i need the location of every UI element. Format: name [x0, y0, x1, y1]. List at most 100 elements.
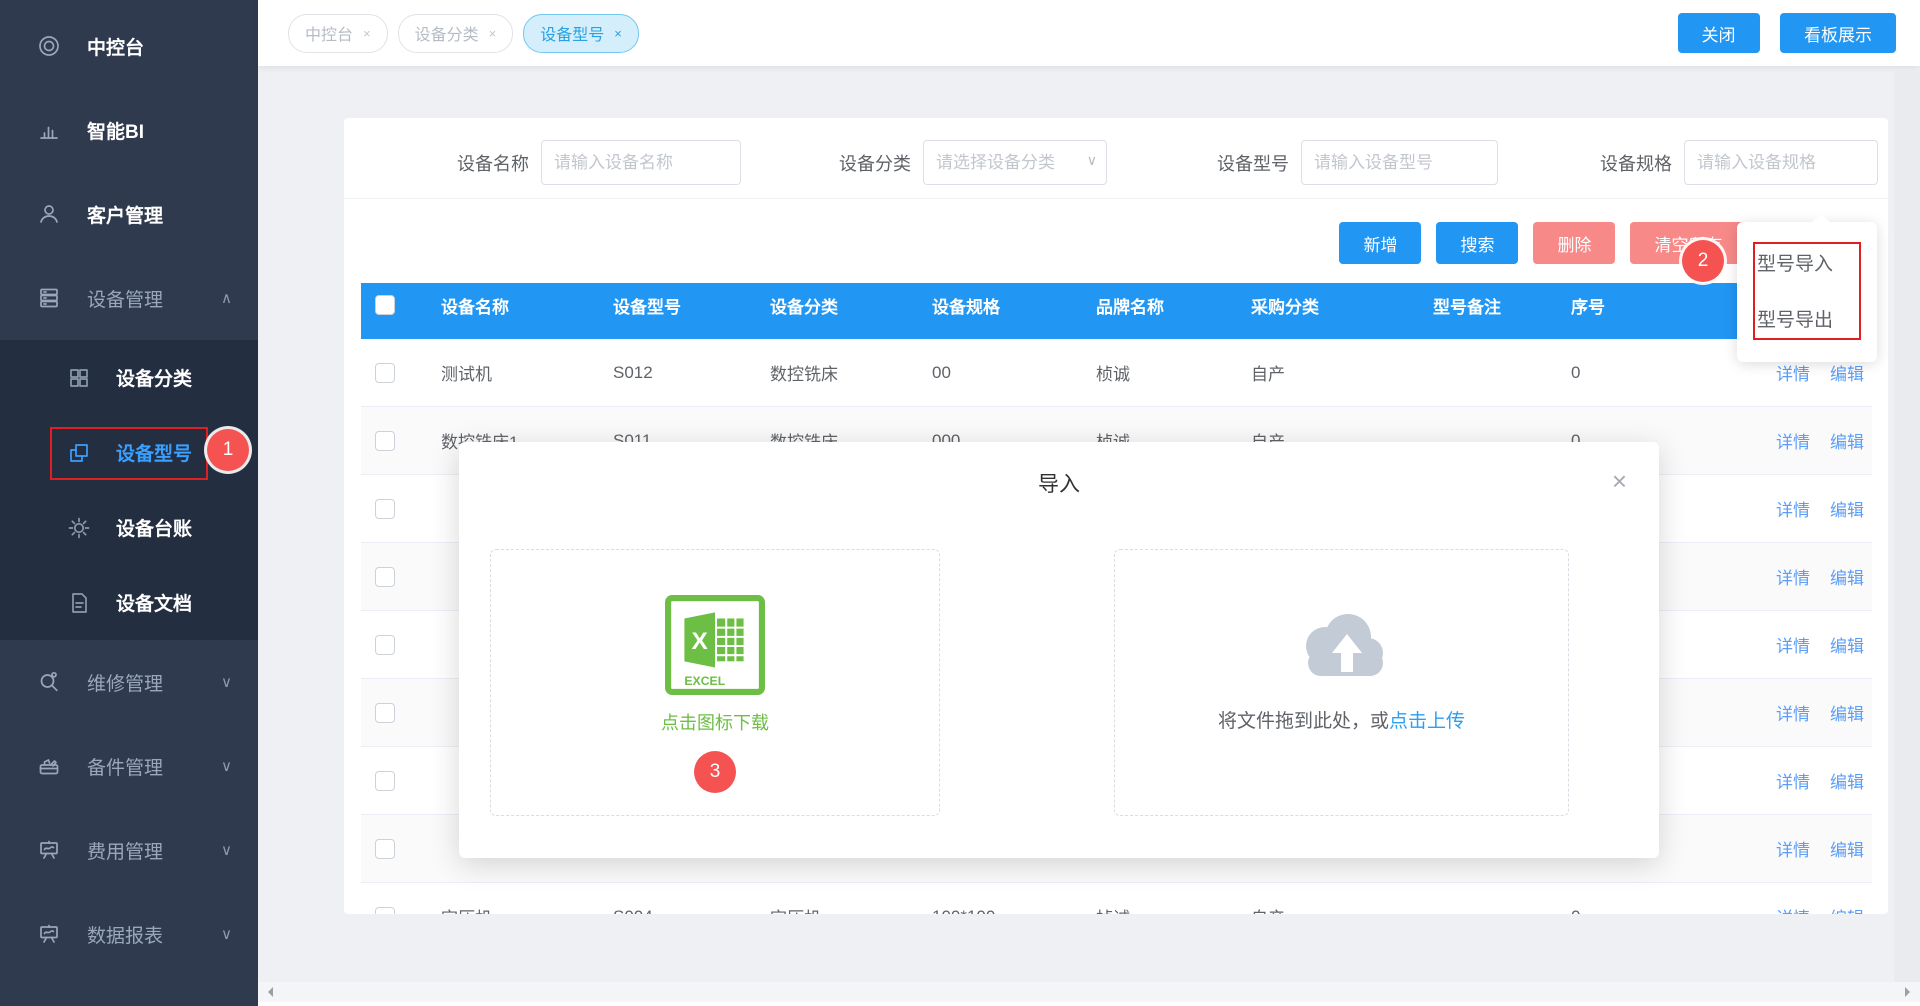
sidebar-item-bi[interactable]: 智能BI: [0, 88, 258, 172]
column-header: 品牌名称: [1096, 293, 1251, 318]
filter-card: 设备名称 设备分类 ∨ 设备型号 设备规格 新增 搜索: [344, 118, 1888, 283]
edit-link[interactable]: 编辑: [1830, 360, 1864, 385]
board-display-button[interactable]: 看板展示: [1780, 13, 1896, 53]
grid-icon: [66, 365, 92, 391]
template-download-panel[interactable]: X EXCEL 点击图标下载 3: [490, 549, 940, 816]
device-name-input[interactable]: [541, 140, 741, 185]
filter-label-device-model: 设备型号: [1197, 150, 1289, 176]
device-mgmt-submenu: 设备分类 设备型号 设备台账 设备文档: [0, 340, 258, 640]
scroll-left-arrow-icon[interactable]: [263, 987, 273, 997]
gear-icon: [66, 515, 92, 541]
sidebar-item-label: 费用管理: [87, 837, 163, 864]
row-checkbox[interactable]: [375, 703, 395, 723]
sidebar-item-label: 维修管理: [87, 669, 163, 696]
edit-link[interactable]: 编辑: [1830, 428, 1864, 453]
edit-link[interactable]: 编辑: [1830, 564, 1864, 589]
menu-item-model-export[interactable]: 型号导出: [1737, 290, 1877, 346]
sidebar-item-device-mgmt[interactable]: 设备管理 ∧: [0, 256, 258, 340]
sidebar-item-label: 设备型号: [116, 439, 192, 466]
cloud-upload-icon: [1292, 608, 1392, 684]
cell-brand: 桢诚: [1096, 360, 1251, 385]
import-modal: 导入 × X EXCEL 点击图标下载 3: [459, 442, 1659, 858]
edit-link[interactable]: 编辑: [1830, 632, 1864, 657]
filter-label-device-name: 设备名称: [437, 150, 529, 176]
detail-link[interactable]: 详情: [1776, 768, 1810, 793]
tab-close-icon[interactable]: ×: [489, 26, 497, 41]
close-icon[interactable]: ×: [1612, 468, 1627, 494]
scroll-right-arrow-icon[interactable]: [1905, 987, 1915, 997]
sidebar-item-device-category[interactable]: 设备分类: [0, 340, 258, 415]
menu-item-model-import[interactable]: 型号导入: [1737, 234, 1877, 290]
column-header: 设备型号: [613, 293, 770, 318]
sidebar-item-spare-parts[interactable]: 备件管理 ∨: [0, 724, 258, 808]
filter-label-device-category: 设备分类: [819, 150, 911, 176]
row-checkbox[interactable]: [375, 363, 395, 383]
chevron-down-icon: ∨: [221, 757, 232, 775]
sidebar-item-label: 数据报表: [87, 921, 163, 948]
cell-category: 空压机: [770, 904, 932, 914]
detail-link[interactable]: 详情: [1776, 904, 1810, 914]
cell-model: S004: [613, 907, 770, 915]
column-header: 采购分类: [1251, 293, 1433, 318]
tab-close-icon[interactable]: ×: [614, 26, 622, 41]
column-header: 型号备注: [1433, 293, 1571, 318]
edit-link[interactable]: 编辑: [1830, 768, 1864, 793]
tab-console[interactable]: 中控台 ×: [288, 14, 388, 53]
sidebar-item-data-reports[interactable]: 数据报表 ∨: [0, 892, 258, 976]
download-template-link[interactable]: 点击图标下载: [661, 709, 769, 735]
sidebar-item-label: 设备管理: [87, 285, 163, 312]
sidebar-item-device-ledger[interactable]: 设备台账: [0, 490, 258, 565]
detail-link[interactable]: 详情: [1776, 700, 1810, 725]
sidebar-item-label: 客户管理: [87, 201, 163, 228]
row-checkbox[interactable]: [375, 499, 395, 519]
row-checkbox[interactable]: [375, 635, 395, 655]
chevron-up-icon: ∧: [221, 289, 232, 307]
sidebar-item-console[interactable]: 中控台: [0, 4, 258, 88]
select-all-checkbox[interactable]: [375, 295, 395, 315]
chevron-down-icon: ∨: [221, 673, 232, 691]
modal-title: 导入: [459, 468, 1659, 498]
row-checkbox[interactable]: [375, 839, 395, 859]
sidebar-item-expense-mgmt[interactable]: 费用管理 ∨: [0, 808, 258, 892]
delete-button[interactable]: 删除: [1533, 222, 1615, 264]
device-category-select[interactable]: [923, 140, 1107, 185]
row-checkbox[interactable]: [375, 907, 395, 915]
excel-file-icon[interactable]: X EXCEL: [664, 594, 766, 696]
tab-device-category[interactable]: 设备分类 ×: [398, 14, 514, 53]
row-checkbox[interactable]: [375, 567, 395, 587]
sidebar-item-customers[interactable]: 客户管理: [0, 172, 258, 256]
sidebar-item-label: 设备台账: [116, 514, 192, 541]
edit-link[interactable]: 编辑: [1830, 496, 1864, 521]
device-model-input[interactable]: [1301, 140, 1498, 185]
detail-link[interactable]: 详情: [1776, 496, 1810, 521]
horizontal-scrollbar[interactable]: [258, 982, 1920, 1002]
add-button[interactable]: 新增: [1339, 222, 1421, 264]
sidebar: 中控台 智能BI 客户管理 设备管理 ∧ 设: [0, 0, 258, 1006]
row-checkbox[interactable]: [375, 771, 395, 791]
device-spec-input[interactable]: [1684, 140, 1878, 185]
vertical-scrollbar[interactable]: [1894, 70, 1920, 982]
edit-link[interactable]: 编辑: [1830, 904, 1864, 914]
search-button[interactable]: 搜索: [1436, 222, 1518, 264]
close-page-button[interactable]: 关闭: [1678, 13, 1760, 53]
sidebar-item-device-docs[interactable]: 设备文档: [0, 565, 258, 640]
row-checkbox[interactable]: [375, 431, 395, 451]
tab-label: 设备分类: [415, 21, 479, 45]
cell-purchase: 自产: [1251, 360, 1433, 385]
upload-link[interactable]: 点击上传: [1389, 711, 1465, 732]
detail-link[interactable]: 详情: [1776, 632, 1810, 657]
detail-link[interactable]: 详情: [1776, 836, 1810, 861]
sidebar-item-repair-mgmt[interactable]: 维修管理 ∨: [0, 640, 258, 724]
upload-dropzone[interactable]: 将文件拖到此处，或点击上传: [1114, 549, 1569, 816]
tab-label: 中控台: [305, 21, 353, 45]
detail-link[interactable]: 详情: [1776, 360, 1810, 385]
edit-link[interactable]: 编辑: [1830, 836, 1864, 861]
cell-category: 数控铣床: [770, 360, 932, 385]
sidebar-item-label: 备件管理: [87, 753, 163, 780]
detail-link[interactable]: 详情: [1776, 564, 1810, 589]
edit-link[interactable]: 编辑: [1830, 700, 1864, 725]
detail-link[interactable]: 详情: [1776, 428, 1810, 453]
tab-close-icon[interactable]: ×: [363, 26, 371, 41]
tab-device-model[interactable]: 设备型号 ×: [523, 14, 639, 53]
sidebar-item-label: 智能BI: [87, 117, 144, 144]
